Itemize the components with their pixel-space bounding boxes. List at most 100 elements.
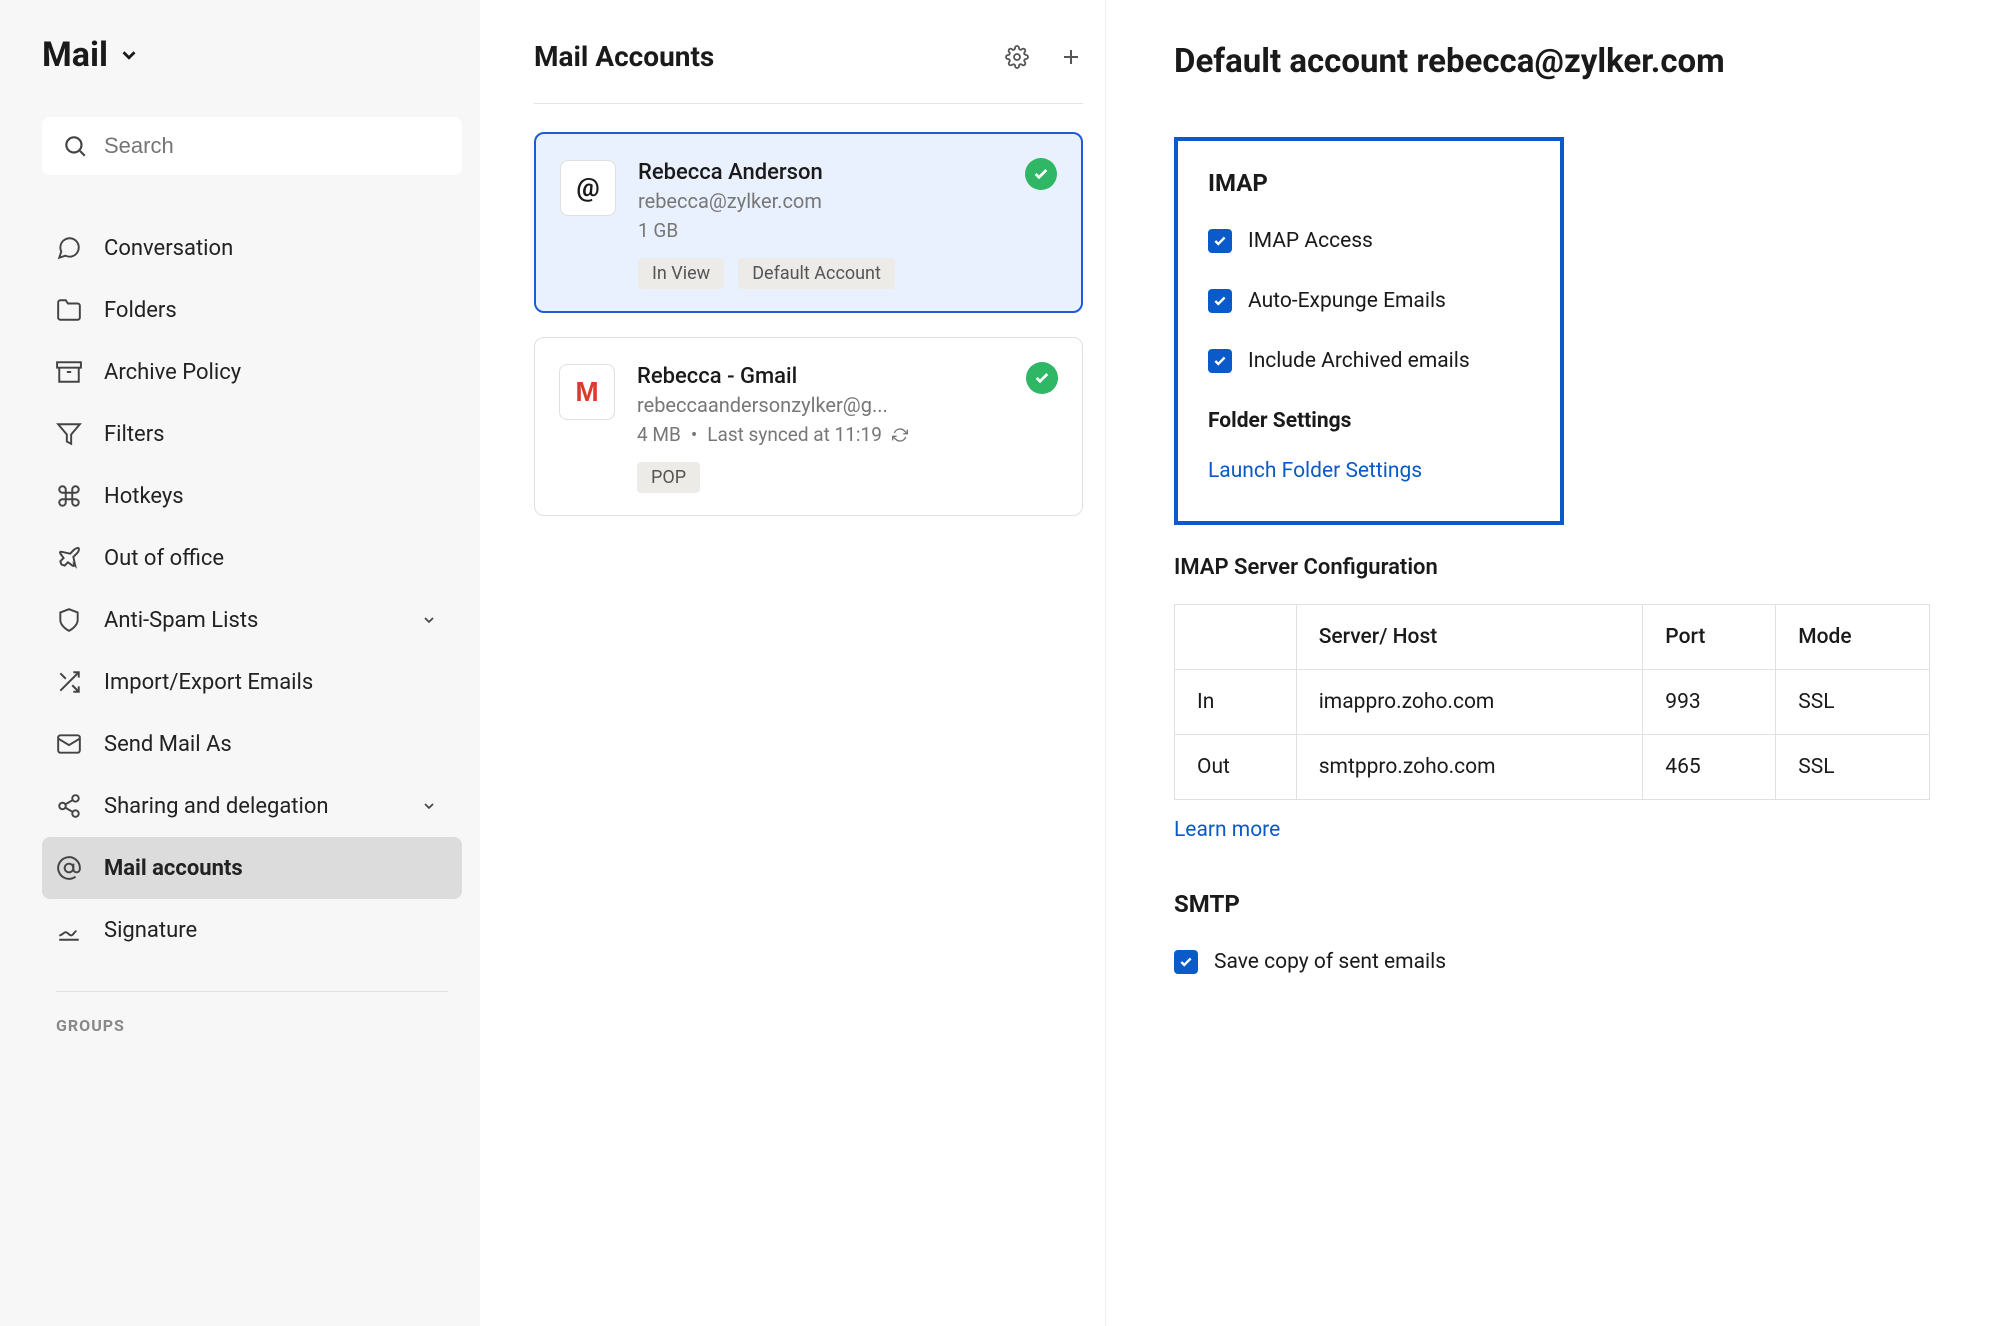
account-name: Rebecca Anderson <box>638 160 1057 185</box>
verified-check-icon <box>1025 158 1057 190</box>
account-sync: Last synced at 11:19 <box>707 423 882 446</box>
table-cell: 993 <box>1643 670 1776 735</box>
nav-item-anti-spam[interactable]: Anti-Spam Lists <box>42 589 462 651</box>
nav-item-label: Archive Policy <box>104 360 241 385</box>
folder-settings-heading: Folder Settings <box>1208 409 1530 433</box>
divider <box>56 991 448 992</box>
accounts-column: Mail Accounts @ Rebecca Anderson rebecca… <box>480 0 1106 1326</box>
server-config-heading: IMAP Server Configuration <box>1174 555 1936 580</box>
table-header <box>1175 605 1297 670</box>
filter-icon <box>56 421 82 447</box>
checkbox-label: Auto-Expunge Emails <box>1248 289 1446 313</box>
account-avatar-gmail: M <box>559 364 615 420</box>
groups-section-label: GROUPS <box>42 1016 462 1035</box>
server-config-table: Server/ Host Port Mode In imappro.zoho.c… <box>1174 604 1930 800</box>
page-title: Default account rebecca@zylker.com <box>1174 42 1936 81</box>
share-icon <box>56 793 82 819</box>
nav-item-label: Signature <box>104 918 197 943</box>
gear-icon[interactable] <box>1005 45 1029 69</box>
table-header: Server/ Host <box>1296 605 1643 670</box>
accounts-title: Mail Accounts <box>534 40 714 73</box>
checkbox-icon <box>1208 349 1232 373</box>
command-icon <box>56 483 82 509</box>
checkbox-auto-expunge[interactable]: Auto-Expunge Emails <box>1208 289 1530 313</box>
account-email: rebeccaandersonzylker@g... <box>637 393 1058 417</box>
verified-check-icon <box>1026 362 1058 394</box>
checkbox-label: Save copy of sent emails <box>1214 950 1446 974</box>
nav-item-mail-accounts[interactable]: Mail accounts <box>42 837 462 899</box>
checkbox-icon <box>1174 950 1198 974</box>
checkbox-icon <box>1208 289 1232 313</box>
table-cell: SSL <box>1776 735 1930 800</box>
accounts-header: Mail Accounts <box>534 40 1083 104</box>
folder-icon <box>56 297 82 323</box>
nav-item-conversation[interactable]: Conversation <box>42 217 462 279</box>
table-cell: smtppro.zoho.com <box>1296 735 1643 800</box>
sidebar-title-dropdown[interactable]: Mail <box>42 35 462 75</box>
main-panel: Default account rebecca@zylker.com IMAP … <box>1106 0 1996 1326</box>
table-header: Port <box>1643 605 1776 670</box>
checkbox-label: IMAP Access <box>1248 229 1373 253</box>
nav-item-folders[interactable]: Folders <box>42 279 462 341</box>
checkbox-label: Include Archived emails <box>1248 349 1470 373</box>
smtp-heading: SMTP <box>1174 890 1936 918</box>
account-card[interactable]: @ Rebecca Anderson rebecca@zylker.com 1 … <box>534 132 1083 313</box>
plane-icon <box>56 545 82 571</box>
table-cell: 465 <box>1643 735 1776 800</box>
checkbox-icon <box>1208 229 1232 253</box>
account-size: 4 MB <box>637 423 681 446</box>
nav-item-label: Filters <box>104 422 165 447</box>
table-cell: In <box>1175 670 1297 735</box>
table-cell: Out <box>1175 735 1297 800</box>
plus-icon[interactable] <box>1059 45 1083 69</box>
nav-item-label: Anti-Spam Lists <box>104 608 258 633</box>
nav-list: Conversation Folders Archive Policy Filt… <box>42 217 462 961</box>
nav-item-label: Out of office <box>104 546 224 571</box>
nav-item-archive-policy[interactable]: Archive Policy <box>42 341 462 403</box>
account-card[interactable]: M Rebecca - Gmail rebeccaandersonzylker@… <box>534 337 1083 516</box>
learn-more-link[interactable]: Learn more <box>1174 818 1936 842</box>
conversation-icon <box>56 235 82 261</box>
search-input[interactable] <box>104 133 442 159</box>
nav-item-out-of-office[interactable]: Out of office <box>42 527 462 589</box>
nav-item-import-export[interactable]: Import/Export Emails <box>42 651 462 713</box>
nav-item-hotkeys[interactable]: Hotkeys <box>42 465 462 527</box>
shield-icon <box>56 607 82 633</box>
nav-item-filters[interactable]: Filters <box>42 403 462 465</box>
imap-heading: IMAP <box>1208 169 1530 197</box>
checkbox-save-sent[interactable]: Save copy of sent emails <box>1174 950 1936 974</box>
nav-item-signature[interactable]: Signature <box>42 899 462 961</box>
send-as-icon <box>56 731 82 757</box>
import-export-icon <box>56 669 82 695</box>
nav-item-label: Sharing and delegation <box>104 794 329 819</box>
checkbox-include-archived[interactable]: Include Archived emails <box>1208 349 1530 373</box>
checkbox-imap-access[interactable]: IMAP Access <box>1208 229 1530 253</box>
table-cell: imappro.zoho.com <box>1296 670 1643 735</box>
table-header-row: Server/ Host Port Mode <box>1175 605 1930 670</box>
chevron-down-icon <box>118 44 140 66</box>
chevron-down-icon <box>416 607 442 633</box>
search-input-wrap[interactable] <box>42 117 462 175</box>
at-sign-icon <box>56 855 82 881</box>
launch-folder-settings-link[interactable]: Launch Folder Settings <box>1208 459 1530 483</box>
account-avatar: @ <box>560 160 616 216</box>
nav-item-label: Folders <box>104 298 177 323</box>
archive-icon <box>56 359 82 385</box>
nav-item-send-mail-as[interactable]: Send Mail As <box>42 713 462 775</box>
table-row: Out smtppro.zoho.com 465 SSL <box>1175 735 1930 800</box>
nav-item-sharing[interactable]: Sharing and delegation <box>42 775 462 837</box>
account-badge: POP <box>637 462 700 493</box>
account-name: Rebecca - Gmail <box>637 364 1058 389</box>
imap-highlighted-box: IMAP IMAP Access Auto-Expunge Emails Inc… <box>1174 137 1564 525</box>
account-badge: In View <box>638 258 724 289</box>
nav-item-label: Conversation <box>104 236 233 261</box>
table-cell: SSL <box>1776 670 1930 735</box>
account-size: 1 GB <box>638 219 1057 242</box>
table-row: In imappro.zoho.com 993 SSL <box>1175 670 1930 735</box>
refresh-icon[interactable] <box>892 427 908 443</box>
account-email: rebecca@zylker.com <box>638 189 1057 213</box>
search-icon <box>62 133 88 159</box>
nav-item-label: Send Mail As <box>104 732 232 757</box>
nav-item-label: Mail accounts <box>104 856 243 881</box>
nav-item-label: Hotkeys <box>104 484 184 509</box>
